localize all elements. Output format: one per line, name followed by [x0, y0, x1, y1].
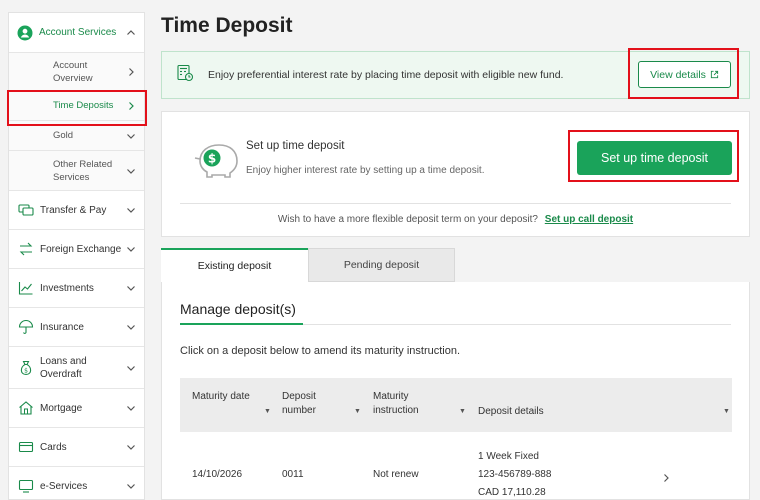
deposit-type: 1 Week Fixed [478, 451, 539, 462]
sidebar-item-label: Gold [53, 130, 74, 141]
header-label: Deposit number [282, 391, 316, 416]
line-chart-icon [18, 280, 34, 296]
chevron-right-icon [126, 67, 136, 77]
cell-maturity-instruction: Not renew [373, 469, 419, 480]
sort-down-icon[interactable]: ▼ [723, 408, 730, 415]
deposit-account: 123-456789-888 [478, 469, 552, 480]
sidebar-submenu: Account Overview Time Deposits Gold Othe… [9, 53, 144, 191]
cell-deposit-details: 1 Week Fixed 123-456789-888 CAD 17,110.2… [478, 448, 551, 500]
setup-card: $ Set up time deposit Enjoy higher inter… [161, 111, 750, 237]
setup-title: Set up time deposit [246, 140, 345, 152]
svg-text:$: $ [208, 152, 216, 166]
header-label: Maturity instruction [373, 391, 419, 416]
setup-footer: Wish to have a more flexible deposit ter… [162, 214, 749, 225]
deposit-panel: Manage deposit(s) Click on a deposit bel… [161, 282, 750, 500]
chevron-down-icon [126, 403, 136, 413]
chevron-down-icon [126, 131, 136, 141]
sort-down-icon[interactable]: ▼ [459, 408, 466, 415]
sidebar-item-investments[interactable]: Investments [9, 269, 144, 308]
cell-deposit-number: 0011 [282, 469, 304, 480]
manage-title: Manage deposit(s) [180, 301, 296, 317]
credit-card-icon [18, 439, 34, 455]
exchange-icon [18, 241, 34, 257]
piggy-bank-icon: $ [192, 139, 242, 179]
sidebar-item-label: Mortgage [40, 402, 83, 414]
chevron-right-icon[interactable] [661, 470, 671, 488]
header-maturity-date[interactable]: Maturity date [192, 390, 252, 404]
title-underline [180, 323, 303, 325]
deposit-amount: CAD 17,110.28 [478, 487, 546, 498]
chevron-down-icon [126, 166, 136, 176]
sidebar-item-transfer-pay[interactable]: Transfer & Pay [9, 191, 144, 230]
view-details-label: View details [650, 68, 706, 81]
sidebar-item-account-services[interactable]: Account Services [9, 13, 144, 53]
setup-subtitle: Enjoy higher interest rate by setting up… [246, 165, 485, 176]
sidebar-item-label: Cards [40, 441, 67, 453]
table-row[interactable]: 14/10/2026 0011 Not renew 1 Week Fixed 1… [180, 448, 732, 500]
money-bag-icon: $ [18, 360, 34, 376]
svg-text:$: $ [24, 367, 28, 374]
deposit-tabs: Existing deposit Pending deposit [161, 248, 455, 282]
setup-footer-text: Wish to have a more flexible deposit ter… [277, 214, 538, 225]
divider [180, 203, 731, 204]
sidebar-item-label: Investments [40, 282, 94, 294]
external-link-icon [710, 70, 719, 79]
sidebar: Account Services Account Overview Time D… [8, 12, 145, 500]
chevron-right-icon [126, 101, 136, 111]
chevron-down-icon [126, 363, 136, 373]
setup-time-deposit-button[interactable]: Set up time deposit [577, 141, 732, 175]
sidebar-item-account-overview[interactable]: Account Overview [9, 53, 144, 91]
header-label: Maturity date [192, 391, 250, 402]
cell-maturity-date: 14/10/2026 [192, 469, 243, 480]
chevron-down-icon [126, 322, 136, 332]
sidebar-item-label: Loans and Overdraft [40, 355, 87, 380]
sidebar-item-label: e-Services [40, 480, 88, 492]
promo-text: Enjoy preferential interest rate by plac… [208, 69, 564, 81]
table-header: Maturity date ▼ Deposit number ▼ Maturit… [180, 378, 732, 432]
tab-existing-deposit[interactable]: Existing deposit [161, 248, 308, 282]
sidebar-item-label: Account Overview [53, 59, 93, 84]
chevron-up-icon [126, 28, 136, 38]
sidebar-item-label: Account Services [39, 27, 117, 38]
header-deposit-number[interactable]: Deposit number [282, 390, 342, 418]
setup-call-deposit-link[interactable]: Set up call deposit [545, 214, 633, 225]
view-details-button[interactable]: View details [638, 61, 731, 88]
sidebar-item-label: Transfer & Pay [40, 204, 107, 216]
header-label: Deposit details [478, 406, 544, 417]
tab-pending-deposit[interactable]: Pending deposit [308, 248, 455, 282]
manage-hint: Click on a deposit below to amend its ma… [180, 345, 461, 357]
chevron-down-icon [126, 244, 136, 254]
sidebar-item-label: Foreign Exchange [40, 243, 122, 255]
sidebar-item-label: Other Related Services [53, 158, 113, 183]
chevron-down-icon [126, 442, 136, 452]
sidebar-item-insurance[interactable]: Insurance [9, 308, 144, 347]
chevron-down-icon [126, 205, 136, 215]
chevron-down-icon [126, 283, 136, 293]
sort-down-icon[interactable]: ▼ [264, 408, 271, 415]
chevron-down-icon [126, 481, 136, 491]
sort-down-icon[interactable]: ▼ [354, 408, 361, 415]
house-icon [18, 400, 34, 416]
umbrella-icon [18, 319, 34, 335]
sidebar-item-time-deposits[interactable]: Time Deposits [9, 91, 144, 121]
user-icon [17, 25, 33, 41]
header-deposit-details[interactable]: Deposit details [478, 405, 578, 419]
sidebar-item-gold[interactable]: Gold [9, 121, 144, 151]
monitor-icon [18, 478, 34, 494]
sidebar-item-e-services[interactable]: e-Services [9, 467, 144, 499]
sidebar-item-other-related-services[interactable]: Other Related Services [9, 151, 144, 191]
sidebar-item-label: Time Deposits [53, 100, 114, 111]
calculator-icon [176, 64, 194, 87]
page-title: Time Deposit [161, 14, 293, 37]
sidebar-item-cards[interactable]: Cards [9, 428, 144, 467]
sidebar-item-mortgage[interactable]: Mortgage [9, 389, 144, 428]
sidebar-item-loans-overdraft[interactable]: $ Loans and Overdraft [9, 347, 144, 389]
sidebar-item-label: Insurance [40, 321, 84, 333]
header-maturity-instruction[interactable]: Maturity instruction [373, 390, 443, 418]
transfer-icon [18, 202, 34, 218]
sidebar-item-foreign-exchange[interactable]: Foreign Exchange [9, 230, 144, 269]
